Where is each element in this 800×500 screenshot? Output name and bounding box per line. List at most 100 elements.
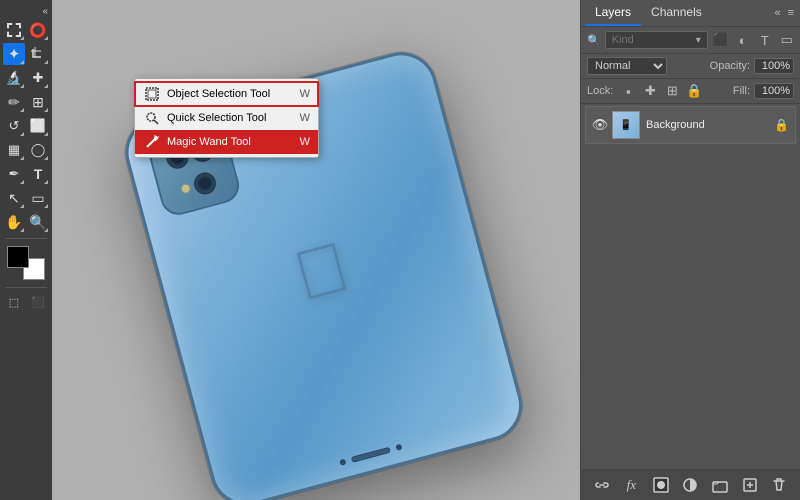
opacity-section: Opacity: 100%	[710, 58, 794, 74]
lock-artboard-icon[interactable]: ⊞	[663, 82, 681, 100]
quick-selection-icon	[143, 109, 161, 127]
quick-mask-btn[interactable]: ⬚	[3, 291, 25, 313]
blend-opacity-row: Normal Opacity: 100%	[581, 54, 800, 79]
tool-row-1: ⭕	[0, 19, 52, 41]
gradient-tool-btn[interactable]: ▦	[3, 139, 25, 161]
fill-value[interactable]: 100%	[754, 83, 794, 99]
dodge-tool-btn[interactable]: ◯	[27, 139, 49, 161]
tool-row-8: ↖ ▭	[0, 187, 52, 209]
lasso-tool[interactable]: ⭕	[27, 19, 49, 41]
side-buttons	[446, 124, 463, 173]
layers-panel: Layers Channels « ≡ 🔍 ▾ ⬛ ◐ T ▭ Normal O…	[580, 0, 800, 500]
color-swatches	[7, 246, 45, 280]
camera-flash	[180, 183, 192, 195]
search-row: 🔍 ▾ ⬛ ◐ T ▭	[581, 27, 800, 54]
tab-layers[interactable]: Layers	[585, 0, 641, 26]
menu-item-object-selection[interactable]: Object Selection Tool W	[135, 82, 318, 106]
toolbar-divider-2	[5, 287, 47, 288]
crop-tool-btn[interactable]	[27, 43, 49, 65]
apple-logo: 	[286, 226, 357, 317]
filter-pixel-icon[interactable]: ⬛	[712, 31, 730, 49]
opacity-value[interactable]: 100%	[754, 58, 794, 74]
tool-row-2: ✦	[0, 43, 52, 65]
layer-thumbnail: 📱	[612, 111, 640, 139]
adjustment-btn[interactable]	[679, 474, 701, 496]
tool-row-extra: ⬚ ⬛	[0, 291, 52, 313]
filter-type-icon[interactable]: T	[756, 31, 774, 49]
foreground-color-swatch[interactable]	[7, 246, 29, 268]
stamp-tool-btn[interactable]: ⊞	[27, 91, 49, 113]
magic-wand-tool-btn[interactable]: ✦	[3, 43, 25, 65]
path-selection-btn[interactable]: ↖	[3, 187, 25, 209]
lightning-port	[351, 447, 391, 463]
toolbar: « ⭕ ✦ 🔬 ✚	[0, 0, 52, 500]
layer-visibility-toggle[interactable]: 👁	[592, 117, 608, 133]
layer-lock-icon: 🔒	[774, 118, 789, 132]
quick-selection-label: Quick Selection Tool	[167, 112, 292, 124]
filter-icons: ⬛ ◐ T ▭	[712, 31, 796, 49]
tool-row-3: 🔬 ✚	[0, 67, 52, 89]
search-bar: ▾	[605, 31, 708, 49]
object-selection-shortcut: W	[300, 88, 310, 100]
type-tool-btn[interactable]: T	[27, 163, 49, 185]
speaker-dot-1	[339, 459, 346, 466]
lock-position-icon[interactable]: ✚	[641, 82, 659, 100]
toolbar-collapse[interactable]: «	[42, 6, 48, 17]
eraser-tool-btn[interactable]: ⬜	[27, 115, 49, 137]
quick-selection-shortcut: W	[300, 112, 310, 124]
healing-tool-btn[interactable]: ✚	[27, 67, 49, 89]
bottom-port	[339, 444, 402, 466]
fx-btn[interactable]: fx	[620, 474, 642, 496]
filter-adjustment-icon[interactable]: ◐	[734, 31, 752, 49]
panel-header: Layers Channels « ≡	[581, 0, 800, 27]
delete-layer-btn[interactable]	[768, 474, 790, 496]
brush-tool-btn[interactable]: ✏	[3, 91, 25, 113]
screen-mode-btn[interactable]: ⬛	[27, 291, 49, 313]
layers-list: 👁 📱 Background 🔒	[581, 104, 800, 469]
link-layers-btn[interactable]	[591, 474, 613, 496]
eyedropper-tool-btn[interactable]: 🔬	[3, 67, 25, 89]
panel-header-icons: « ≡	[772, 5, 796, 21]
zoom-tool-btn[interactable]: 🔍	[27, 211, 49, 233]
lock-icons: ▪ ✚ ⊞ 🔒	[619, 82, 703, 100]
new-layer-btn[interactable]	[739, 474, 761, 496]
lock-pixels-icon[interactable]: ▪	[619, 82, 637, 100]
group-btn[interactable]	[709, 474, 731, 496]
hand-tool-btn[interactable]: ✋	[3, 211, 25, 233]
layers-bottom-bar: fx	[581, 469, 800, 500]
search-icon: 🔍	[587, 34, 601, 47]
context-menu: Object Selection Tool W Quick Selection …	[134, 78, 319, 158]
magic-wand-label: Magic Wand Tool	[167, 136, 292, 148]
blend-mode-select[interactable]: Normal	[587, 57, 667, 75]
panel-menu-icon[interactable]: ≡	[786, 5, 796, 21]
camera-lens-3	[192, 170, 219, 197]
history-brush-btn[interactable]: ↺	[3, 115, 25, 137]
fill-section: Fill: 100%	[733, 83, 794, 99]
toolbar-divider-1	[5, 238, 47, 239]
rectangular-marquee-tool[interactable]	[3, 19, 25, 41]
menu-item-quick-selection[interactable]: Quick Selection Tool W	[135, 106, 318, 130]
magic-wand-icon	[143, 133, 161, 151]
tab-channels[interactable]: Channels	[641, 0, 712, 26]
search-dropdown-icon[interactable]: ▾	[696, 35, 701, 46]
menu-item-magic-wand[interactable]: Magic Wand Tool W	[135, 130, 318, 154]
mask-btn[interactable]	[650, 474, 672, 496]
fill-label: Fill:	[733, 85, 750, 97]
tool-row-7: ✒ T	[0, 163, 52, 185]
pen-tool-btn[interactable]: ✒	[3, 163, 25, 185]
tool-row-5: ↺ ⬜	[0, 115, 52, 137]
search-input[interactable]	[612, 34, 692, 46]
tool-row-4: ✏ ⊞	[0, 91, 52, 113]
speaker-dot-2	[395, 444, 402, 451]
toolbar-top-bar: «	[0, 4, 52, 19]
tool-row-9: ✋ 🔍	[0, 211, 52, 233]
panel-collapse-icon[interactable]: «	[772, 5, 782, 21]
magic-wand-shortcut: W	[300, 136, 310, 148]
shape-tool-btn[interactable]: ▭	[27, 187, 49, 209]
lock-label: Lock:	[587, 85, 613, 97]
layer-background[interactable]: 👁 📱 Background 🔒	[585, 106, 796, 144]
tool-row-6: ▦ ◯	[0, 139, 52, 161]
lock-all-icon[interactable]: 🔒	[685, 82, 703, 100]
filter-shape-icon[interactable]: ▭	[778, 31, 796, 49]
object-selection-icon	[143, 85, 161, 103]
